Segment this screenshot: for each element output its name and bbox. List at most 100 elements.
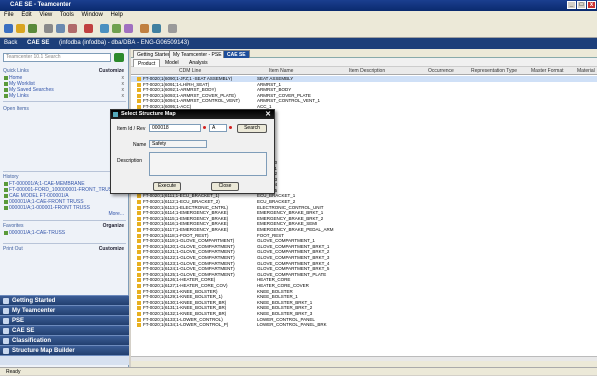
column-material[interactable]: Material <box>577 67 595 75</box>
app-structure-map-builder[interactable]: Structure Map Builder <box>0 345 129 355</box>
minimize-icon[interactable]: _ <box>567 1 576 9</box>
name-field: Safety <box>149 140 207 148</box>
window-title: CAE SE - Teamcenter <box>10 2 71 8</box>
app-pse[interactable]: PSE <box>0 315 129 325</box>
dialog-close-icon[interactable]: ✕ <box>265 110 271 119</box>
item-revision-icon <box>137 211 141 216</box>
delete-icon[interactable] <box>84 24 93 33</box>
item-revision-icon <box>137 283 141 288</box>
item-revision-icon <box>137 216 141 221</box>
subtab-model[interactable]: Model <box>161 59 183 67</box>
cut-icon[interactable] <box>44 24 53 33</box>
quick-links-title: Quick Links <box>3 68 29 74</box>
item-id-field[interactable]: 000018 <box>149 124 201 132</box>
favorites-section: Favorites Organize 000001/A;1-CAE-TRUSS <box>3 222 126 236</box>
item-revision-icon <box>137 323 141 328</box>
item-revision-icon <box>137 261 141 266</box>
status-text: Ready <box>6 369 21 375</box>
item-revision-icon <box>137 256 141 260</box>
item-revision-icon <box>137 239 141 244</box>
print-out-title: Print Out <box>3 246 23 252</box>
item-revision-icon <box>137 317 141 322</box>
tab-cae-se[interactable]: CAE SE <box>223 50 250 58</box>
menu-file[interactable]: File <box>4 12 14 18</box>
quick-links-section: Quick Links Customize Home x My Worklist x … <box>3 67 126 99</box>
item-name-cell: LOWER_CONTROL_PANEL_BRK <box>257 322 327 328</box>
column-representation-type[interactable]: Representation Type <box>471 67 517 75</box>
back-button[interactable]: Back <box>4 40 17 46</box>
new-icon[interactable] <box>4 24 13 33</box>
search-icon[interactable] <box>100 24 109 33</box>
print-out-customize[interactable]: Customize <box>99 245 124 253</box>
menu-view[interactable]: View <box>39 12 52 18</box>
checkout-icon[interactable] <box>140 24 149 33</box>
application-launcher: Getting Started My Teamcenter PSE CAE SE… <box>0 295 129 365</box>
search-input[interactable]: Teamcenter 10.1 Search <box>3 53 111 62</box>
app-my-teamcenter[interactable]: My Teamcenter <box>0 305 129 315</box>
table-header: CDM Line Item Name Item Description Occu… <box>131 67 597 75</box>
revision-field[interactable]: A <box>209 124 227 132</box>
item-revision-icon <box>137 93 141 98</box>
open-icon[interactable] <box>16 24 25 33</box>
menu-window[interactable]: Window <box>82 12 103 18</box>
item-revision-icon <box>137 88 141 93</box>
divider <box>3 171 126 172</box>
history-item[interactable]: 000001/A;1-000001-FRONT TRUSS <box>3 205 126 211</box>
view-tabs: Product Model Analysis <box>131 58 597 67</box>
save-icon[interactable] <box>28 24 37 33</box>
column-item-description[interactable]: Item Description <box>349 67 385 75</box>
app-icon-strip[interactable] <box>0 355 129 365</box>
column-item-name[interactable]: Item Name <box>269 67 293 75</box>
item-revision-icon <box>137 295 141 300</box>
favorites-organize[interactable]: Organize <box>103 222 124 230</box>
search-go-icon[interactable] <box>114 53 124 62</box>
paste-icon[interactable] <box>68 24 77 33</box>
item-revision-icon <box>137 205 141 210</box>
toolbar <box>0 20 597 38</box>
close-button[interactable]: Close <box>211 182 239 191</box>
item-revision-icon <box>137 250 141 255</box>
column-master-format[interactable]: Master Format <box>531 67 564 75</box>
item-id-label: Item Id / Rev <box>117 126 146 132</box>
maximize-icon[interactable]: □ <box>577 1 586 9</box>
item-revision-icon <box>137 194 141 199</box>
history-more-link[interactable]: More... <box>3 211 126 218</box>
app-getting-started[interactable]: Getting Started <box>0 295 129 305</box>
menu-tools[interactable]: Tools <box>60 12 74 18</box>
print-out-section: Print Out Customize <box>3 245 126 253</box>
window-title-bar: CAE SE - Teamcenter _ □ x <box>0 0 597 11</box>
refresh-icon[interactable] <box>112 24 121 33</box>
menu-help[interactable]: Help <box>111 12 123 18</box>
navigation-pane: Teamcenter 10.1 Search Quick Links Custom… <box>0 49 129 367</box>
status-bar: Ready <box>0 367 597 375</box>
app-classification[interactable]: Classification <box>0 335 129 345</box>
print-icon[interactable] <box>168 24 177 33</box>
search-button[interactable]: Search <box>237 124 267 133</box>
properties-icon[interactable] <box>124 24 133 33</box>
copy-icon[interactable] <box>56 24 65 33</box>
checkin-icon[interactable] <box>152 24 161 33</box>
menu-edit[interactable]: Edit <box>21 12 31 18</box>
subtab-product[interactable]: Product <box>133 59 161 67</box>
tab-my-teamcenter-pse[interactable]: My Teamcenter - PSE <box>169 50 226 58</box>
user-session-info: (infodba (infodba) - dba/DBA - ENG-G0650… <box>59 40 190 46</box>
table-row[interactable]: FT-0020;1(6134;1-LOWER_CONTROL_P) LOWER_C… <box>131 322 597 328</box>
close-icon[interactable]: x <box>587 1 596 9</box>
execute-button[interactable]: Execute <box>153 182 181 191</box>
quick-link-my-links[interactable]: My Links x <box>3 93 126 99</box>
navigation-bar: Back CAE SE (infodba (infodba) - dba/DBA… <box>0 38 597 49</box>
item-revision-icon <box>137 200 141 205</box>
application-name: CAE SE <box>27 40 50 46</box>
favorite-item[interactable]: 000001/A;1-CAE-TRUSS <box>3 230 126 236</box>
menu-bar: File Edit View Tools Window Help <box>0 11 597 20</box>
app-cae-se[interactable]: CAE SE <box>0 325 129 335</box>
item-revision-icon <box>137 300 141 305</box>
column-cdm-line[interactable]: CDM Line <box>179 67 201 75</box>
description-label: Description <box>117 158 143 164</box>
main-pane: Getting Started My Teamcenter - PSE CAE … <box>131 49 597 367</box>
favorites-title: Favorites <box>3 223 24 229</box>
column-occurrence[interactable]: Occurrence <box>428 67 454 75</box>
subtab-analysis[interactable]: Analysis <box>185 59 212 67</box>
quick-links-customize[interactable]: Customize <box>99 67 124 75</box>
item-revision-icon <box>137 77 141 81</box>
